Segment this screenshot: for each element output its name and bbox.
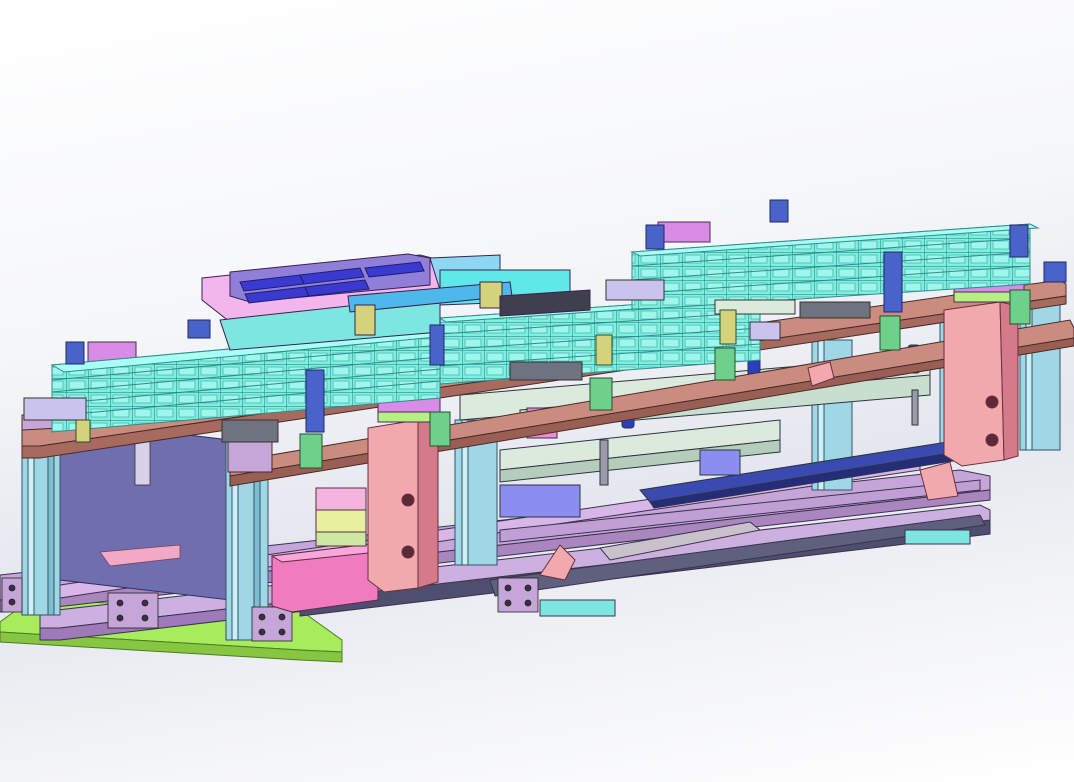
cad-viewport[interactable]: [0, 0, 1074, 782]
machine-assembly-3d-model[interactable]: [0, 0, 1074, 782]
